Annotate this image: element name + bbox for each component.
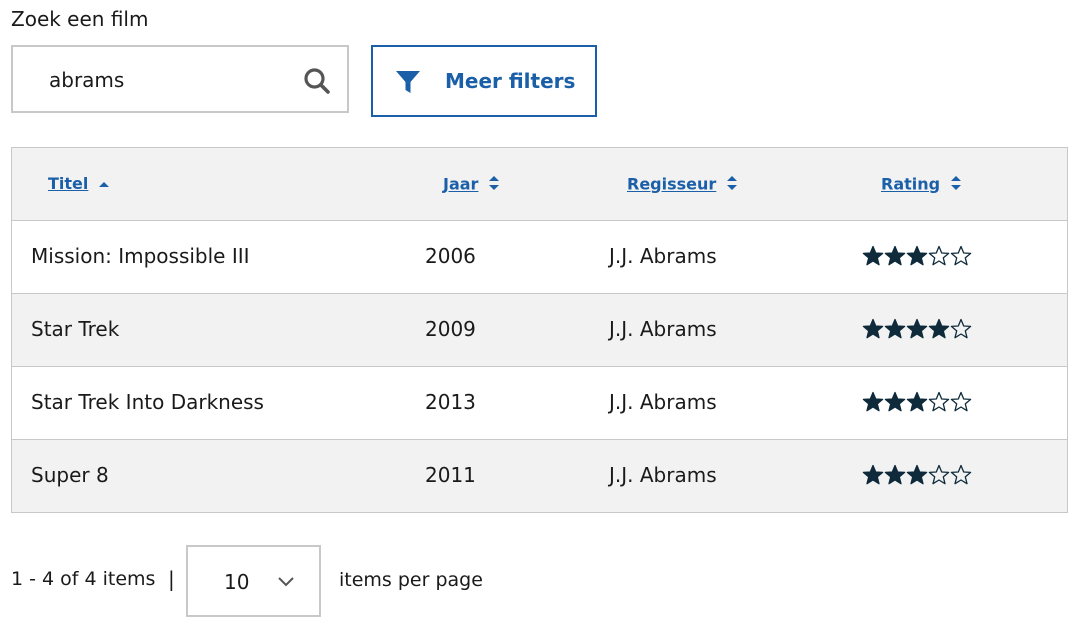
rating-stars xyxy=(862,391,972,415)
star-filled-icon xyxy=(906,245,928,266)
column-header-label: Rating xyxy=(881,174,941,194)
page-size-value: 10 xyxy=(224,570,250,594)
star-filled-icon xyxy=(884,391,906,412)
director-cell: J.J. Abrams xyxy=(609,317,717,341)
title-cell: Mission: Impossible III xyxy=(31,244,250,268)
pagination: 1 - 4 of 4 items | 10 items per page xyxy=(11,545,611,617)
table-row: Star Trek Into Darkness 2013 J.J. Abrams xyxy=(12,367,1067,440)
star-empty-icon xyxy=(928,245,950,266)
search-icon[interactable] xyxy=(303,67,331,95)
filter-icon xyxy=(396,71,420,93)
rating-stars xyxy=(862,318,972,342)
director-cell: J.J. Abrams xyxy=(609,390,717,414)
star-empty-icon xyxy=(950,318,972,339)
star-filled-icon xyxy=(862,245,884,266)
star-empty-icon xyxy=(950,245,972,266)
column-header-label: Titel xyxy=(48,174,89,193)
star-empty-icon xyxy=(950,391,972,412)
table-row: Star Trek 2009 J.J. Abrams xyxy=(12,294,1067,367)
column-header-rating[interactable]: Rating xyxy=(881,174,962,196)
rating-stars xyxy=(862,464,972,488)
sort-ascending-icon xyxy=(98,175,110,194)
page-size-select[interactable]: 10 xyxy=(186,545,321,617)
star-filled-icon xyxy=(884,464,906,485)
star-filled-icon xyxy=(906,464,928,485)
sort-icon xyxy=(488,174,500,196)
search-field[interactable] xyxy=(11,45,349,113)
sort-icon xyxy=(950,174,962,196)
more-filters-button[interactable]: Meer filters xyxy=(371,45,597,117)
star-empty-icon xyxy=(950,464,972,485)
title-cell: Star Trek Into Darkness xyxy=(31,390,264,414)
title-cell: Star Trek xyxy=(31,317,120,341)
year-cell: 2011 xyxy=(425,463,476,487)
chevron-down-icon xyxy=(278,577,294,587)
sort-icon xyxy=(726,174,738,196)
year-cell: 2009 xyxy=(425,317,476,341)
column-header-director[interactable]: Regisseur xyxy=(627,174,738,196)
star-filled-icon xyxy=(884,318,906,339)
star-filled-icon xyxy=(884,245,906,266)
star-filled-icon xyxy=(862,391,884,412)
star-filled-icon xyxy=(862,464,884,485)
table-row: Mission: Impossible III 2006 J.J. Abrams xyxy=(12,221,1067,294)
movie-search-page: Zoek een film Meer filters Titel Jaar Re… xyxy=(0,0,1085,632)
director-cell: J.J. Abrams xyxy=(609,463,717,487)
year-cell: 2013 xyxy=(425,390,476,414)
pagination-separator: | xyxy=(168,567,175,591)
star-empty-icon xyxy=(928,391,950,412)
year-cell: 2006 xyxy=(425,244,476,268)
search-input[interactable] xyxy=(49,65,279,95)
director-cell: J.J. Abrams xyxy=(609,244,717,268)
star-empty-icon xyxy=(928,464,950,485)
column-header-title[interactable]: Titel xyxy=(48,174,110,194)
table-row: Super 8 2011 J.J. Abrams xyxy=(12,440,1067,512)
items-per-page-label: items per page xyxy=(339,569,483,591)
star-filled-icon xyxy=(906,391,928,412)
star-filled-icon xyxy=(862,318,884,339)
column-header-year[interactable]: Jaar xyxy=(443,174,500,196)
star-filled-icon xyxy=(906,318,928,339)
column-header-label: Jaar xyxy=(443,174,479,194)
star-filled-icon xyxy=(928,318,950,339)
title-cell: Super 8 xyxy=(31,463,109,487)
more-filters-label: Meer filters xyxy=(445,69,576,93)
column-header-label: Regisseur xyxy=(627,174,717,194)
search-label: Zoek een film xyxy=(11,7,149,31)
rating-stars xyxy=(862,245,972,269)
movies-table: Titel Jaar Regisseur Rating Mission: Imp… xyxy=(11,147,1068,513)
table-header: Titel Jaar Regisseur Rating xyxy=(12,148,1067,221)
item-range: 1 - 4 of 4 items xyxy=(11,568,156,590)
